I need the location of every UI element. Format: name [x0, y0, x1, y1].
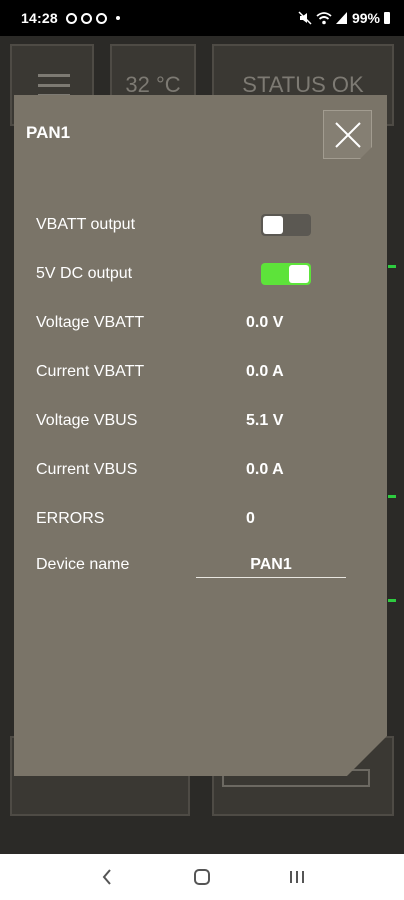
close-button[interactable]: [323, 110, 372, 159]
toggle-knob: [289, 265, 309, 283]
5v-dc-output-toggle[interactable]: [261, 263, 311, 285]
signal-icon: [335, 12, 347, 24]
system-icons: 99%: [298, 10, 390, 26]
temperature-value: 32 °C: [125, 72, 181, 97]
back-button[interactable]: [87, 862, 127, 892]
current-vbatt-row: Current VBATT 0.0 A: [36, 359, 366, 385]
status-bar: 14:28 99%: [0, 0, 404, 36]
vbatt-output-toggle[interactable]: [261, 214, 311, 236]
home-icon: [193, 869, 210, 885]
notification-icon: [80, 12, 92, 24]
more-notifications-icon: [115, 16, 120, 20]
back-icon: [103, 869, 112, 885]
close-icon: [333, 120, 363, 150]
battery-icon: [384, 12, 390, 24]
navigation-bar: [0, 854, 404, 900]
errors-label: ERRORS: [36, 510, 105, 527]
current-vbatt-label: Current VBATT: [36, 363, 145, 380]
notification-icon: [65, 12, 77, 24]
current-vbatt-value: 0.0 A: [246, 363, 284, 380]
errors-row: ERRORS 0: [36, 506, 366, 532]
voltage-vbus-row: Voltage VBUS 5.1 V: [36, 408, 366, 434]
recents-icon: [289, 871, 304, 883]
voltage-vbus-label: Voltage VBUS: [36, 412, 138, 429]
current-vbus-value: 0.0 A: [246, 461, 284, 478]
notification-icon: [95, 12, 107, 24]
screen: 14:28 99% 32 °C STATUS OK PAN1 VBATT out…: [0, 0, 404, 900]
device-dialog: PAN1 VBATT output 5V DC output Voltage V…: [14, 95, 387, 776]
indicator-light: [388, 599, 396, 602]
dialog-title: PAN1: [26, 123, 71, 142]
mute-icon: [298, 11, 312, 25]
5v-dc-output-row: 5V DC output: [36, 261, 366, 287]
battery-percentage: 99%: [351, 10, 380, 26]
hamburger-icon: [38, 74, 70, 77]
voltage-vbatt-value: 0.0 V: [246, 314, 284, 331]
voltage-vbatt-row: Voltage VBATT 0.0 V: [36, 310, 366, 336]
indicator-light: [388, 495, 396, 498]
hamburger-icon-bar: [38, 84, 70, 87]
notification-icons: [65, 12, 120, 24]
current-vbus-label: Current VBUS: [36, 461, 138, 478]
vbatt-output-label: VBATT output: [36, 216, 136, 233]
5v-dc-output-label: 5V DC output: [36, 265, 133, 282]
toggle-knob: [263, 216, 283, 234]
indicator-light: [388, 265, 396, 268]
status-text: STATUS OK: [242, 72, 364, 97]
errors-value: 0: [246, 510, 255, 527]
voltage-vbatt-label: Voltage VBATT: [36, 314, 145, 331]
current-vbus-row: Current VBUS 0.0 A: [36, 457, 366, 483]
vbatt-output-row: VBATT output: [36, 212, 366, 238]
clock: 14:28: [21, 10, 58, 26]
home-button[interactable]: [182, 862, 222, 892]
voltage-vbus-value: 5.1 V: [246, 412, 284, 429]
wifi-icon: [316, 12, 332, 25]
device-name-input[interactable]: [196, 552, 346, 578]
recents-button[interactable]: [277, 862, 317, 892]
